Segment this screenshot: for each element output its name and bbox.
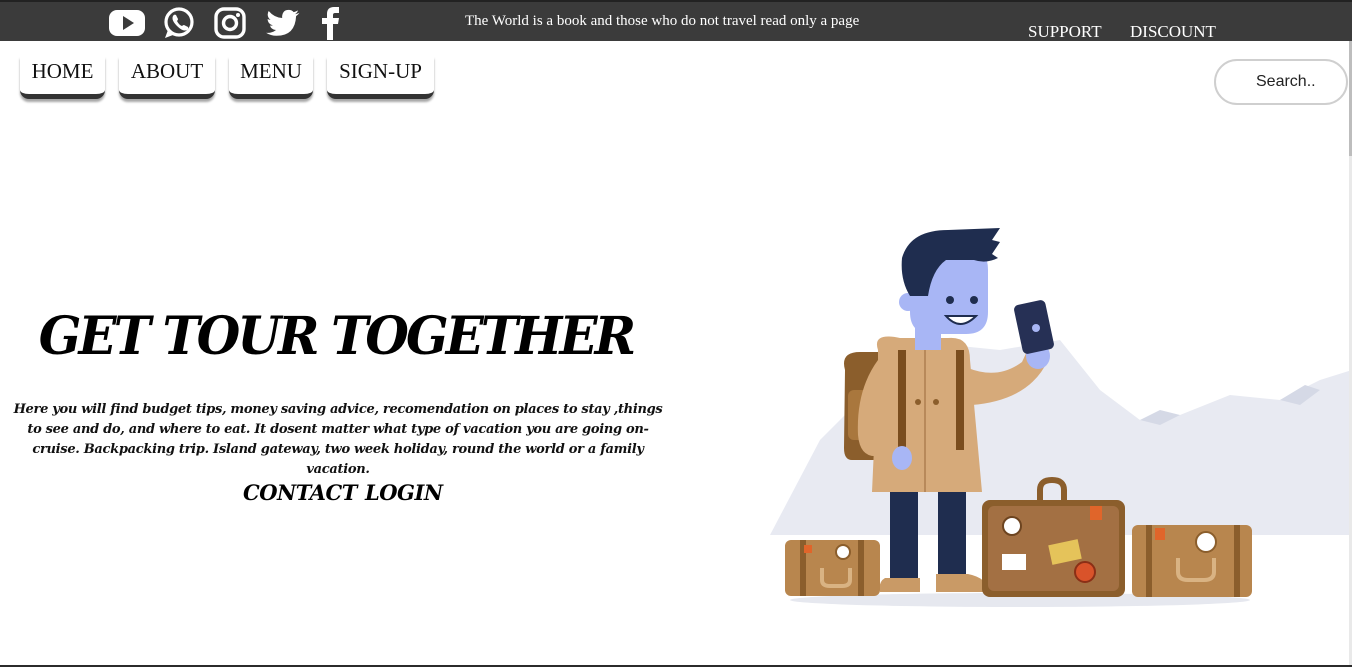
- instagram-icon[interactable]: [213, 6, 247, 40]
- facebook-icon[interactable]: [317, 6, 343, 40]
- discount-link[interactable]: DISCOUNT: [1130, 22, 1216, 42]
- nav-home-button[interactable]: HOME: [20, 56, 105, 99]
- whatsapp-icon[interactable]: [162, 6, 196, 40]
- nav-sign-up-button[interactable]: SIGN-UP: [327, 56, 434, 99]
- hero-description: Here you will find budget tips, money sa…: [13, 402, 663, 477]
- youtube-icon[interactable]: [107, 6, 147, 40]
- twitter-icon[interactable]: [265, 6, 301, 40]
- support-link[interactable]: SUPPORT: [1028, 22, 1102, 42]
- hero-title: GET TOUR TOGETHER: [38, 306, 636, 367]
- top-bar: The World is a book and those who do not…: [0, 0, 1352, 41]
- nav-menu-button[interactable]: MENU: [229, 56, 313, 99]
- search-input[interactable]: [1214, 59, 1348, 105]
- traveler-illustration: [770, 228, 1352, 607]
- tagline: The World is a book and those who do not…: [465, 13, 860, 29]
- nav-about-button[interactable]: ABOUT: [119, 56, 215, 99]
- login-link[interactable]: LOGIN: [365, 480, 443, 505]
- contact-link[interactable]: CONTACT: [243, 480, 357, 505]
